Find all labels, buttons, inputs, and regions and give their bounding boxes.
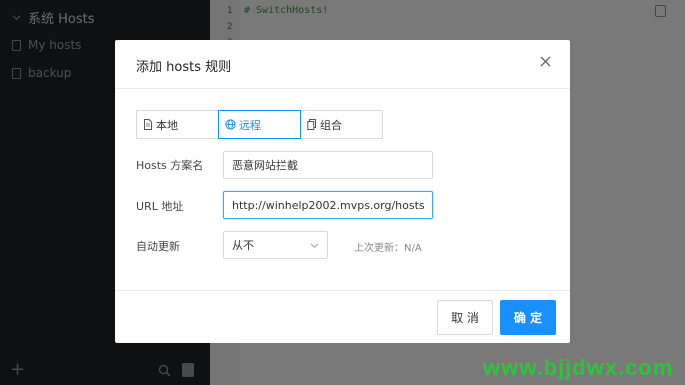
tab-label: 远程 — [239, 118, 261, 132]
hosts-name-input[interactable] — [223, 151, 433, 179]
url-label: URL 地址 — [136, 200, 184, 213]
close-icon[interactable] — [539, 55, 552, 68]
auto-update-select[interactable]: 从不 — [223, 231, 328, 259]
hosts-name-label: Hosts 方案名 — [136, 159, 204, 172]
cancel-button[interactable]: 取 消 — [437, 300, 493, 335]
files-icon — [307, 119, 316, 130]
tab-label: 组合 — [320, 118, 342, 132]
tab-remote[interactable]: 远程 — [218, 110, 301, 139]
select-value: 从不 — [232, 239, 254, 252]
tab-local[interactable]: 本地 — [136, 110, 219, 139]
file-icon — [144, 119, 152, 130]
url-input[interactable] — [223, 191, 433, 219]
chevron-down-icon — [310, 242, 319, 248]
dialog-title: 添加 hosts 规则 — [136, 60, 232, 75]
confirm-button[interactable]: 确 定 — [500, 300, 556, 335]
tab-label: 本地 — [156, 118, 178, 132]
divider — [115, 290, 570, 291]
add-hosts-dialog: 添加 hosts 规则 本地 远程 组合 Hosts 方案名 URL 地址 自动… — [115, 40, 570, 343]
watermark: www.bjjdwx.com — [483, 355, 674, 380]
divider — [115, 88, 570, 89]
last-update-text: 上次更新：N/A — [354, 243, 422, 254]
auto-update-label: 自动更新 — [136, 240, 180, 253]
tab-group[interactable]: 组合 — [300, 110, 383, 139]
globe-icon — [225, 119, 236, 130]
source-type-tabs: 本地 远程 组合 — [136, 110, 384, 139]
